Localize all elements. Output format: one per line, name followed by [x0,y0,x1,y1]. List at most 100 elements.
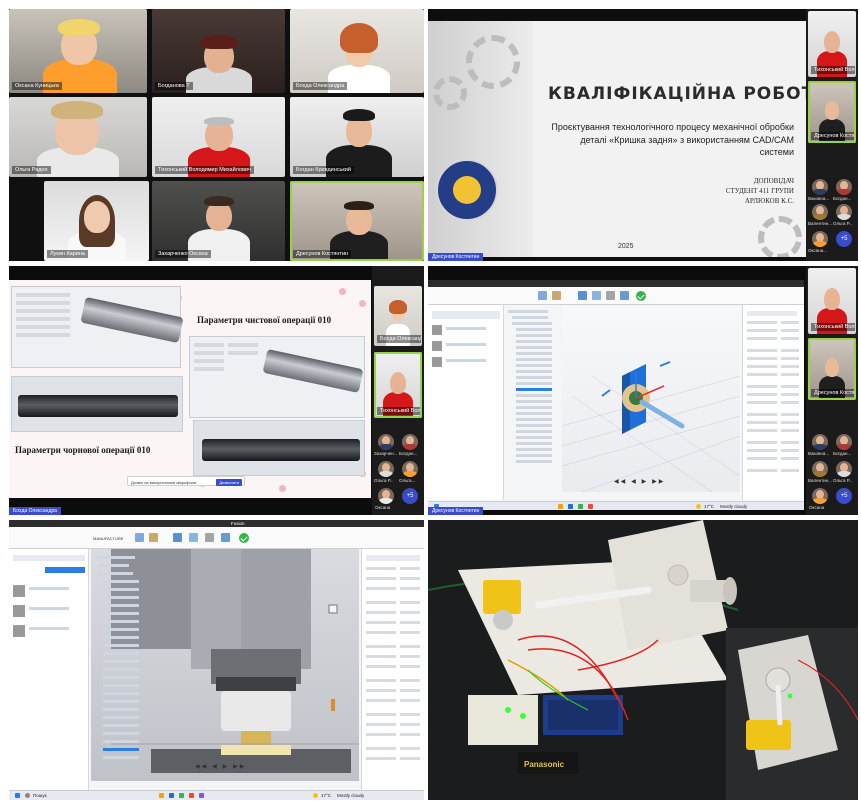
participant-avatar[interactable] [836,434,852,450]
search-icon[interactable] [25,793,30,798]
toolbar-tool-icon[interactable] [578,291,587,300]
gear-icon [758,216,802,257]
more-participants-button[interactable]: +5 [836,488,852,504]
toolbar-tool-icon[interactable] [149,533,158,542]
weather-desc: Mostly cloudy [720,503,748,509]
app-icon[interactable] [179,793,184,798]
reporter-block: ДОПОВІДАЧ СТУДЕНТ 411 ГРУПИ АРЛЮКОВ К.С. [726,176,794,206]
participant-strip: Тихонський Володимир Дресунов Костянтин … [806,9,858,261]
participant-tile[interactable]: Тихонський Володимир [374,352,422,418]
participant-tile[interactable]: Богдан Кривдинський [290,97,424,177]
toolbar-tool-icon[interactable] [173,533,182,542]
participant-tile[interactable]: Бохда Олександра [374,286,422,346]
more-participants-button[interactable]: +5 [402,488,418,504]
app-icon[interactable] [578,504,583,509]
allow-button[interactable]: Дозволити [216,478,242,486]
participant-avatar-label: Валентин... [808,478,832,483]
participant-tile[interactable]: Тихонський Володимир [808,268,856,334]
participant-tile[interactable]: Дресунов Костянтин [808,81,856,143]
app-icon[interactable] [159,793,164,798]
participant-avatar[interactable] [836,179,852,195]
participant-avatar[interactable] [812,231,828,247]
3d-viewport[interactable]: ◀◀ ◀ ▶ ▶▶ [561,306,741,493]
participant-avatar-label: Ольга Р... [833,221,853,226]
toolbar-tool-icon[interactable] [592,291,601,300]
participant-avatar[interactable] [378,461,394,477]
participant-tile[interactable]: Бохда Олександра [290,9,424,93]
presenter-tag: Дресунов Костянтин [428,253,484,261]
participant-avatar[interactable] [378,488,394,504]
participant-avatar[interactable] [836,204,852,220]
workspace-label[interactable]: MANUFACTURE [93,536,123,541]
app-titlebar: Fusion [9,520,424,527]
toolbar-tool-icon[interactable] [205,533,214,542]
participant-tile[interactable]: Дресунов Костянтин [290,181,424,261]
participant-avatar[interactable] [812,434,828,450]
app-icon[interactable] [189,793,194,798]
reporter-label: ДОПОВІДАЧ [753,177,794,185]
browser-tree [95,556,165,766]
participant-tile[interactable]: Лукин Карина [44,181,149,261]
toolbar-tool-icon[interactable] [189,533,198,542]
participant-avatar[interactable] [812,204,828,220]
participant-name: Лукин Карина [47,250,88,258]
cad-screenshot [11,286,184,368]
toolbar-tool-icon[interactable] [552,291,561,300]
rough-operation-title: Параметри чорнової операції 010 [15,445,151,455]
app-titlebar [428,280,804,287]
cad-application-window: ◀◀ ◀ ▶ ▶▶ 17°C Mostly cloudy [428,280,804,510]
university-seal-icon [436,159,498,221]
participant-name: Богдан Кривдинський [293,166,354,174]
ok-button[interactable] [636,291,646,301]
participant-avatar[interactable] [402,461,418,477]
cad-screenshot [189,336,365,418]
app-icon[interactable] [568,504,573,509]
participant-avatar-label: Валентин... [808,221,832,226]
toolbar-tool-icon[interactable] [221,533,230,542]
slide-subtitle: Проєктування технологічного процесу меха… [551,122,794,157]
participant-tile[interactable]: Тихонський Володимир Михайлович [152,97,285,177]
participant-tile[interactable]: Захарченко Оксана [152,181,285,261]
toolbar-tool-icon[interactable] [606,291,615,300]
app-icon[interactable] [199,793,204,798]
data-panel [428,305,504,500]
participant-avatar[interactable] [836,461,852,477]
timeline-playback-controls[interactable]: ◀◀ ◀ ▶ ▶▶ [195,763,246,770]
taskbar-search[interactable]: Пошук [33,793,47,798]
timeline-playback-controls[interactable]: ◀◀ ◀ ▶ ▶▶ [614,478,665,485]
participant-name: Оксана Куницька [12,82,62,90]
participant-name: Бохда Олександра [293,82,348,90]
participant-tile[interactable]: Дресунов Костянтин [808,338,856,400]
participant-avatar[interactable] [812,179,828,195]
participant-avatar[interactable] [812,488,828,504]
app-icon[interactable] [558,504,563,509]
toolbar-tool-icon[interactable] [538,291,547,300]
gear-icon [433,76,467,110]
toolbar-tool-icon[interactable] [135,533,144,542]
participant-avatar[interactable] [812,461,828,477]
cad-screenshot [193,420,365,476]
windows-start-icon[interactable] [15,793,20,798]
participant-tile[interactable]: Оксана Куницька [9,9,147,93]
app-icon[interactable] [169,793,174,798]
participant-avatar[interactable] [402,434,418,450]
weather-temp: 17°C [321,792,332,798]
app-icon[interactable] [588,504,593,509]
participant-tile[interactable]: Богданова Т [152,9,285,93]
participant-name: Дресунов Костянтин [811,132,856,140]
participant-avatar-label: Оксана... [808,248,828,253]
app-title: Fusion [231,521,245,526]
reporter-name: АРЛЮКОВ К.С. [744,197,794,205]
battery-label: Panasonic [524,760,565,769]
more-participants-button[interactable]: +5 [836,231,852,247]
notification-text: Дозвіл на використання мікрофона [131,479,197,485]
participant-avatar[interactable] [378,434,394,450]
participant-avatar-label: Захарчен... [374,451,398,456]
participant-name: Дресунов Костянтин [811,389,856,397]
participant-name: Тихонський Володимир Михайлович [155,166,254,174]
participant-tile[interactable]: Ольга Радно [9,97,147,177]
toolbar-tool-icon[interactable] [620,291,629,300]
participant-tile[interactable]: Тихонський Володимир [808,11,856,77]
participant-avatar-label: Богдан... [833,196,852,201]
ok-button[interactable] [239,533,249,543]
